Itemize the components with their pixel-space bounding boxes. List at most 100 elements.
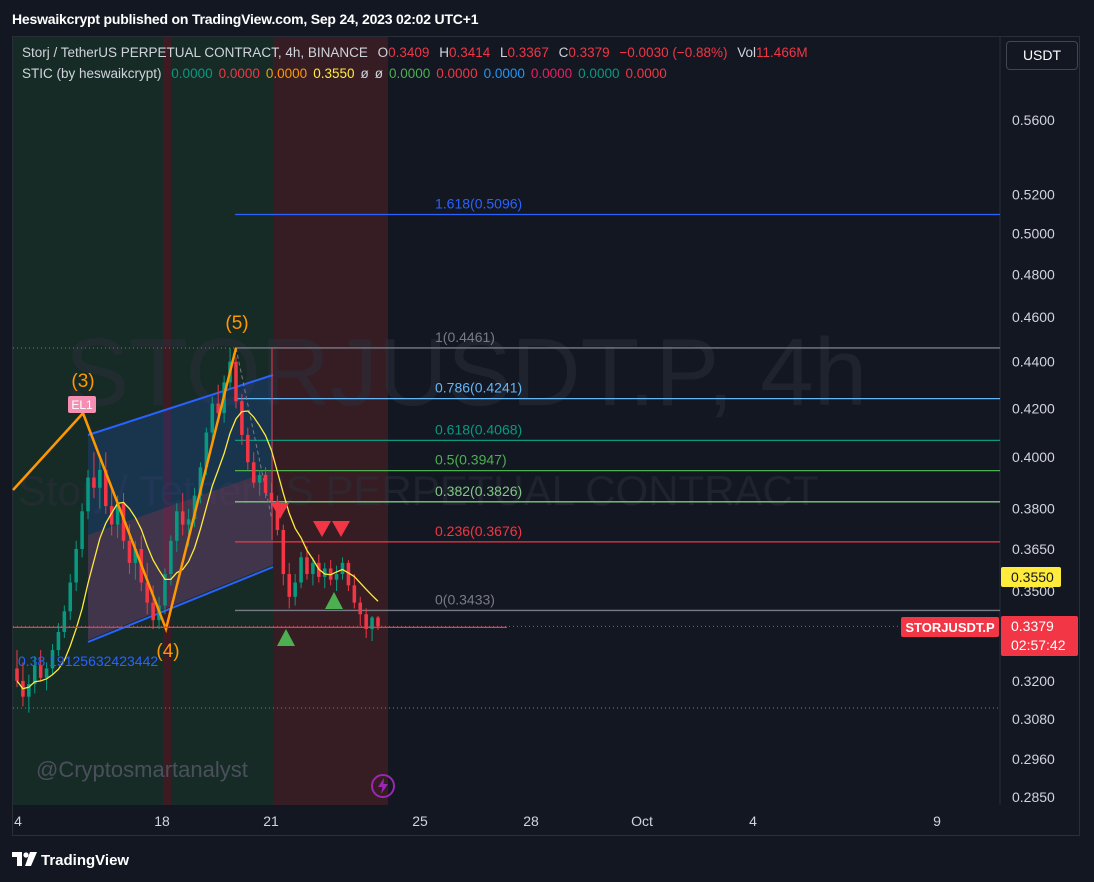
fib-level-label: 1(0.4461): [435, 329, 495, 345]
ohlc-low: L0.3367: [500, 45, 549, 60]
y-tick-label: 0.4000: [1012, 449, 1055, 465]
indicator-value: 0.0000: [483, 66, 525, 81]
footer-brand: TradingView: [41, 852, 130, 869]
indicator-price-label: 0.3550: [1001, 567, 1061, 587]
volume-label: Vol: [737, 45, 757, 60]
x-tick-label: 28: [523, 813, 539, 829]
indicator-value: 0.0000: [388, 66, 431, 81]
indicator-title[interactable]: STIC (by heswaikcrypt): [22, 66, 162, 81]
candle-body: [74, 549, 78, 583]
candle-body: [98, 469, 102, 488]
y-tick-label: 0.4200: [1012, 400, 1055, 416]
fib-level-label: 1.618(0.5096): [435, 196, 522, 212]
x-tick-label: 18: [154, 813, 170, 829]
chart-canvas[interactable]: STORJUSDT.P, 4hStorj / TetherUS PERPETUA…: [0, 0, 1094, 882]
candle-body: [251, 462, 256, 483]
open-label: O: [377, 45, 389, 60]
indicator-value: 0.0000: [265, 66, 308, 81]
el-tag: EL1: [68, 396, 96, 413]
candle-body: [358, 602, 363, 615]
low-value: 0.3367: [507, 45, 549, 60]
candle-body: [246, 434, 250, 463]
candle-body: [240, 401, 244, 435]
candle-body: [311, 562, 315, 575]
y-tick-label: 0.3080: [1012, 711, 1055, 727]
y-tick-label: 0.4600: [1012, 309, 1055, 325]
indicator-value: 0.0000: [218, 66, 260, 81]
ohlc-close: C0.3379: [559, 45, 610, 60]
candle-body: [68, 582, 73, 612]
y-tick-label: 0.2850: [1012, 789, 1055, 805]
y-tick-label: 0.5000: [1012, 226, 1055, 242]
change-value: −0.0030 (−0.88%): [619, 45, 728, 60]
y-tick-label: 0.3800: [1012, 501, 1055, 517]
candle-body: [186, 519, 191, 525]
candle-body: [169, 540, 173, 575]
author-watermark: @Cryptosmartanalyst: [36, 757, 248, 782]
candle-body: [299, 557, 303, 583]
bar-countdown: 02:57:42: [1011, 637, 1066, 653]
channel-value-label: 0.38 19125632423442: [18, 653, 158, 669]
x-tick-label: 21: [263, 813, 279, 829]
fib-level-label: 0.5(0.3947): [435, 452, 507, 468]
high-value: 0.3414: [448, 45, 491, 60]
y-tick-label: 0.4800: [1012, 267, 1055, 283]
candle-body: [92, 477, 96, 488]
candle-body: [210, 403, 215, 433]
candle-body: [127, 540, 132, 563]
y-tick-label: 0.4400: [1012, 354, 1055, 370]
candle-body: [376, 617, 380, 627]
candle-body: [44, 668, 49, 678]
y-tick-label: 0.5200: [1012, 186, 1055, 202]
fib-level-label: 0.786(0.4241): [435, 380, 522, 396]
indicator-value: 0.0000: [578, 66, 620, 81]
low-label: L: [500, 45, 508, 60]
symbol-tag-label: STORJUSDT.P: [905, 620, 995, 635]
candle-body: [62, 611, 67, 632]
candle-body: [352, 585, 357, 603]
x-tick-label: 25: [412, 813, 428, 829]
candle-body: [80, 511, 84, 550]
tradingview-logo-icon[interactable]: [12, 850, 38, 868]
candle-body: [287, 574, 292, 597]
currency-button[interactable]: USDT: [1006, 41, 1078, 70]
y-tick-label: 0.3200: [1012, 673, 1055, 689]
elliott-wave-label: (3): [71, 371, 94, 392]
symbol-legend: Storj / TetherUS PERPETUAL CONTRACT, 4h,…: [22, 45, 814, 60]
ohlc-high: H0.3414: [439, 45, 490, 60]
indicator-value: 0.0000: [530, 66, 573, 81]
candle-body: [281, 529, 286, 575]
lightning-icon[interactable]: [370, 773, 396, 799]
volume-value: 11.466M: [756, 45, 808, 60]
candle-body: [305, 557, 309, 575]
indicator-value: 0.3550: [313, 66, 355, 81]
indicator-value: 0.0000: [625, 66, 667, 81]
fib-level-label: 0.382(0.3826): [435, 483, 522, 499]
close-value: 0.3379: [568, 45, 610, 60]
indicator-value: ø: [360, 66, 369, 81]
candle-body: [234, 361, 238, 402]
candle-body: [293, 582, 297, 597]
indicator-legend: STIC (by heswaikcrypt) 0.0000 0.0000 0.000…: [22, 66, 673, 81]
fib-level-label: 0.618(0.4068): [435, 421, 522, 437]
candle-body: [269, 492, 274, 501]
x-tick-label: 4: [14, 813, 22, 829]
symbol-title[interactable]: Storj / TetherUS PERPETUAL CONTRACT, 4h,…: [22, 45, 368, 60]
indicator-value: ø: [374, 66, 383, 81]
candle-body: [334, 574, 339, 580]
y-tick-label: 0.5600: [1012, 112, 1055, 128]
candle-body: [180, 511, 185, 525]
ohlc-open: O0.3409: [378, 45, 430, 60]
last-price-value: 0.3379: [1011, 618, 1054, 634]
fib-level-label: 0(0.3433): [435, 591, 495, 607]
last-price-label: 0.3379 02:57:42: [1001, 616, 1078, 656]
candle-body: [151, 602, 155, 621]
candle-body: [263, 474, 268, 493]
candle-body: [56, 631, 61, 651]
candle-body: [257, 474, 262, 483]
symbol-price-tag: STORJUSDT.P: [901, 617, 999, 637]
x-tick-label: Oct: [631, 813, 653, 829]
high-label: H: [439, 45, 449, 60]
open-value: 0.3409: [388, 45, 430, 60]
y-tick-label: 0.2960: [1012, 751, 1055, 767]
